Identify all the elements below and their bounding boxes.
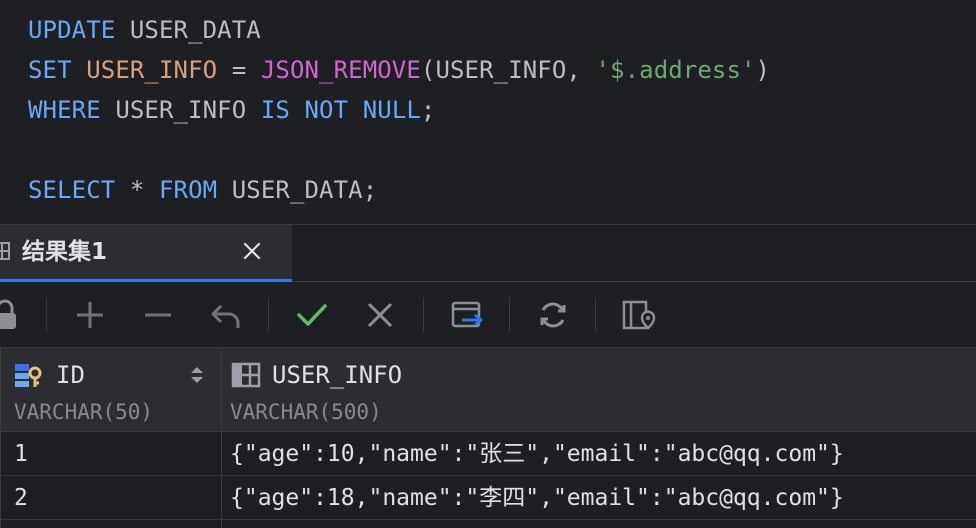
result-toolbar xyxy=(0,282,976,348)
toolbar-separator xyxy=(423,298,424,332)
keyword: IS xyxy=(260,96,290,124)
code-line-2: SET USER_INFO = JSON_REMOVE(USER_INFO, '… xyxy=(28,50,770,90)
string-literal: '$.address' xyxy=(595,56,756,84)
cell-user-info[interactable]: {"age":18,"name":"李四","email":"abc@qq.co… xyxy=(230,482,844,514)
export-icon[interactable] xyxy=(450,298,484,332)
table-row[interactable]: 1 {"age":10,"name":"张三","email":"abc@qq.… xyxy=(0,432,976,476)
minus-icon[interactable] xyxy=(141,298,175,332)
revert-icon[interactable] xyxy=(209,298,243,332)
cell-user-info[interactable]: {"age":10,"name":"张三","email":"abc@qq.co… xyxy=(230,438,844,470)
semicolon: ; xyxy=(362,176,378,204)
tab-label: 结果集1 xyxy=(22,239,108,265)
toolbar-separator xyxy=(268,298,269,332)
paren-close: ) xyxy=(755,56,771,84)
view-icon[interactable] xyxy=(622,298,656,332)
column-name-id: ID xyxy=(56,361,85,389)
column-type-user-info: VARCHAR(500) xyxy=(230,400,382,424)
toolbar-separator xyxy=(509,298,510,332)
lock-icon[interactable] xyxy=(0,298,22,332)
column-divider xyxy=(221,348,222,528)
result-grid: ID VARCHAR(50) USER_INFO VARCHAR(500) 1 … xyxy=(0,348,976,528)
cell-id[interactable]: 1 xyxy=(14,438,28,470)
table-row[interactable]: 2 {"age":18,"name":"李四","email":"abc@qq.… xyxy=(0,476,976,520)
code-line-1: UPDATE USER_DATA xyxy=(28,10,261,50)
refresh-icon[interactable] xyxy=(536,298,570,332)
cell-id[interactable]: 2 xyxy=(14,482,28,514)
primary-key-column-icon xyxy=(15,364,42,387)
function-args: (USER_INFO, xyxy=(420,56,596,84)
keyword: NULL xyxy=(362,96,421,124)
code-line-3: WHERE USER_INFO IS NOT NULL; xyxy=(28,90,435,130)
keyword: SELECT xyxy=(28,176,116,204)
close-icon[interactable] xyxy=(238,237,266,265)
sort-icon[interactable] xyxy=(188,363,206,387)
column-type-id: VARCHAR(50) xyxy=(14,400,154,424)
check-icon[interactable] xyxy=(295,298,329,332)
tab-result-set-1[interactable]: 结果集1 xyxy=(0,225,292,282)
function-name: JSON_REMOVE xyxy=(260,56,421,84)
table-name: USER_DATA xyxy=(129,16,261,44)
keyword: FROM xyxy=(158,176,218,204)
sql-editor[interactable]: UPDATE USER_DATA SET USER_INFO = JSON_RE… xyxy=(0,0,976,224)
column-icon xyxy=(231,362,261,388)
keyword: WHERE xyxy=(28,96,101,124)
result-tab-bar: 结果集1 xyxy=(0,224,976,282)
keyword: UPDATE xyxy=(28,16,116,44)
table-name: USER_DATA xyxy=(231,176,363,204)
semicolon: ; xyxy=(420,96,436,124)
code-line-5: SELECT * FROM USER_DATA; xyxy=(28,170,377,210)
toolbar-separator xyxy=(595,298,596,332)
column-divider xyxy=(0,348,1,528)
cancel-icon[interactable] xyxy=(363,298,397,332)
column-name: USER_INFO xyxy=(86,56,218,84)
grid-header: ID VARCHAR(50) USER_INFO VARCHAR(500) xyxy=(0,348,976,432)
column-name: USER_INFO xyxy=(115,96,247,124)
keyword: SET xyxy=(28,56,72,84)
toolbar-separator xyxy=(46,298,47,332)
plus-icon[interactable] xyxy=(73,298,107,332)
keyword: NOT xyxy=(304,96,349,124)
column-name-user-info: USER_INFO xyxy=(272,361,403,389)
operator: = xyxy=(231,56,247,84)
star: * xyxy=(129,176,145,204)
table-icon xyxy=(0,242,10,260)
